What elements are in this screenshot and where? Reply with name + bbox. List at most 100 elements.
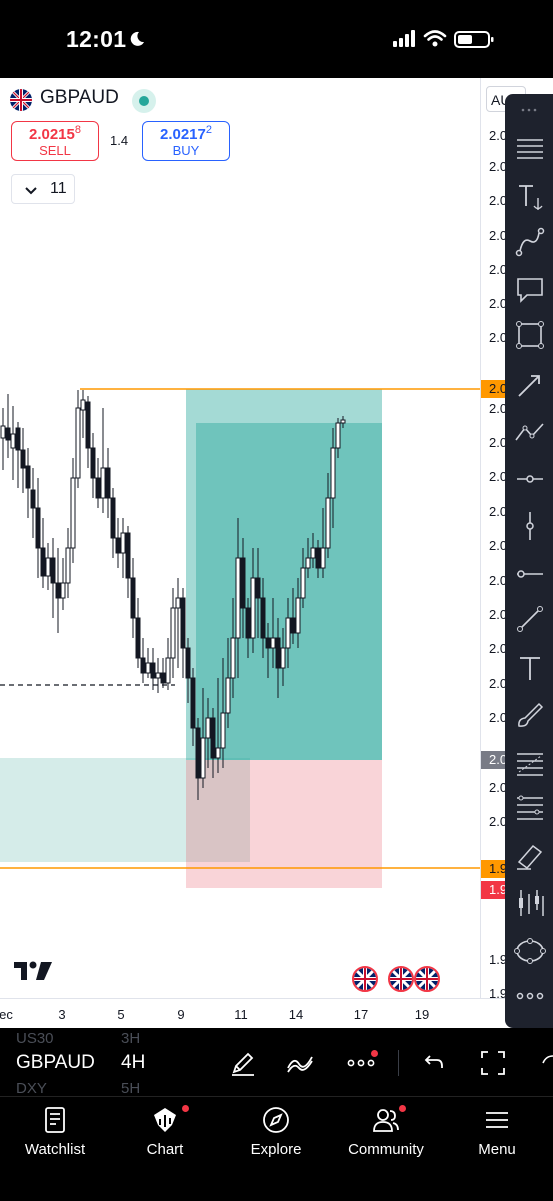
symbol-name[interactable]: GBPAUD — [40, 87, 119, 109]
nav-menu[interactable]: Menu — [442, 1097, 552, 1201]
menu-icon — [482, 1105, 512, 1135]
bullish-candle — [155, 672, 161, 679]
brush-icon[interactable] — [513, 698, 547, 732]
notification-dot — [182, 1105, 189, 1112]
menu-lines-icon[interactable] — [513, 132, 547, 166]
more-icon[interactable] — [513, 979, 547, 1013]
highlighter-icon[interactable] — [513, 838, 547, 872]
bearish-candle — [125, 532, 131, 579]
bearish-candle — [55, 582, 61, 599]
pen-icon[interactable] — [228, 1048, 258, 1078]
bearish-candle — [260, 597, 266, 639]
bearish-candle — [110, 497, 116, 539]
status-time: 12:01 — [66, 26, 127, 52]
timeframe-selector[interactable]: 4H — [121, 1052, 145, 1074]
bullish-candle — [330, 447, 336, 499]
sell-button[interactable]: 2.02158 SELL — [11, 121, 99, 161]
nav-label: Menu — [478, 1141, 516, 1158]
path-icon[interactable] — [513, 225, 547, 259]
drawing-toolbar[interactable] — [505, 94, 553, 1028]
text-icon[interactable] — [513, 651, 547, 685]
undo-icon[interactable] — [418, 1048, 448, 1078]
bearish-candle — [95, 477, 101, 499]
callout-icon[interactable] — [513, 273, 547, 307]
bullish-candle — [220, 712, 226, 749]
bearish-candle — [25, 465, 31, 489]
nav-community[interactable]: Community — [331, 1097, 441, 1201]
bearish-candle — [40, 547, 46, 577]
trend-line-icon[interactable] — [513, 602, 547, 636]
indicators-toggle-button[interactable]: 11 — [11, 174, 75, 204]
fib-retracement-icon[interactable] — [513, 746, 547, 780]
bearish-candle — [180, 597, 186, 649]
bullish-candle — [325, 497, 331, 549]
bars-pattern-icon[interactable] — [513, 886, 547, 920]
bearish-candle — [210, 717, 216, 759]
symbol-selector[interactable]: GBPAUD — [16, 1052, 95, 1074]
chart-pane[interactable] — [0, 78, 480, 998]
bearish-candle — [140, 657, 146, 674]
moon-icon — [128, 30, 146, 53]
uk-event-flag-icon[interactable] — [388, 966, 414, 992]
bearish-candle — [150, 662, 156, 679]
bearish-candle — [30, 489, 36, 509]
bullish-candle — [235, 557, 241, 639]
bullish-candle — [335, 422, 341, 449]
bullish-candle — [10, 433, 16, 449]
bearish-candle — [255, 577, 261, 599]
bullish-candle — [65, 547, 71, 584]
chart-icon — [150, 1105, 180, 1135]
bearish-candle — [195, 727, 201, 779]
ellipse-icon[interactable] — [513, 934, 547, 968]
fib-extension-icon[interactable] — [513, 790, 547, 824]
price-chart[interactable] — [0, 78, 480, 998]
horizontal-ray-icon[interactable] — [513, 462, 547, 496]
bearish-candle — [85, 401, 91, 449]
uk-event-flag-icon[interactable] — [352, 966, 378, 992]
bullish-candle — [285, 617, 291, 649]
sell-label: SELL — [39, 143, 71, 158]
time-label: 3 — [58, 1007, 66, 1022]
fullscreen-icon[interactable] — [478, 1048, 508, 1078]
bearish-candle — [115, 537, 121, 554]
symbol-bar[interactable]: US30 3H DXY 5H GBPAUD 4H — [0, 1028, 553, 1096]
bottom-navigation[interactable]: Watchlist Chart Explore Community Menu — [0, 1096, 553, 1201]
vertical-line-icon[interactable] — [513, 509, 547, 543]
nav-chart[interactable]: Chart — [110, 1097, 220, 1201]
buy-button[interactable]: 2.02172 BUY — [142, 121, 230, 161]
spread-value: 1.4 — [110, 133, 129, 148]
bearish-candle — [315, 547, 321, 569]
bullish-candle — [80, 399, 86, 411]
time-label: 17 — [353, 1007, 369, 1022]
ghost-timeframe: 3H — [121, 1030, 141, 1047]
horizontal-line-icon[interactable] — [513, 557, 547, 591]
indicators-count: 11 — [50, 180, 67, 197]
time-label: 19 — [414, 1007, 430, 1022]
time-label: ec — [0, 1007, 13, 1022]
indicators-icon[interactable] — [285, 1048, 315, 1078]
bullish-candle — [215, 747, 221, 759]
bearish-candle — [50, 557, 56, 584]
bearish-candle — [35, 507, 41, 549]
scroll-more-icon[interactable] — [540, 1048, 553, 1078]
bullish-candle — [250, 577, 256, 639]
uk-event-flag-icon[interactable] — [414, 966, 440, 992]
bullish-candle — [225, 677, 231, 714]
bearish-candle — [240, 557, 246, 609]
nav-explore[interactable]: Explore — [221, 1097, 331, 1201]
rectangle-icon[interactable] — [513, 318, 547, 352]
ghost-symbol: US30 — [16, 1030, 54, 1047]
tradingview-logo-icon[interactable] — [14, 960, 54, 987]
drag-handle-icon[interactable] — [521, 100, 537, 118]
arrow-icon[interactable] — [513, 368, 547, 402]
time-axis[interactable]: ec 3 5 9 11 14 17 19 — [0, 998, 480, 1029]
nav-label: Watchlist — [24, 1141, 86, 1158]
zigzag-icon[interactable] — [513, 414, 547, 448]
text-anchor-icon[interactable] — [513, 180, 547, 214]
nav-watchlist[interactable]: Watchlist — [0, 1097, 110, 1201]
bullish-candle — [295, 597, 301, 634]
nav-label: Chart — [146, 1141, 184, 1158]
bullish-candle — [205, 717, 211, 739]
bullish-candle — [45, 557, 51, 577]
more-options-icon[interactable] — [346, 1048, 378, 1078]
